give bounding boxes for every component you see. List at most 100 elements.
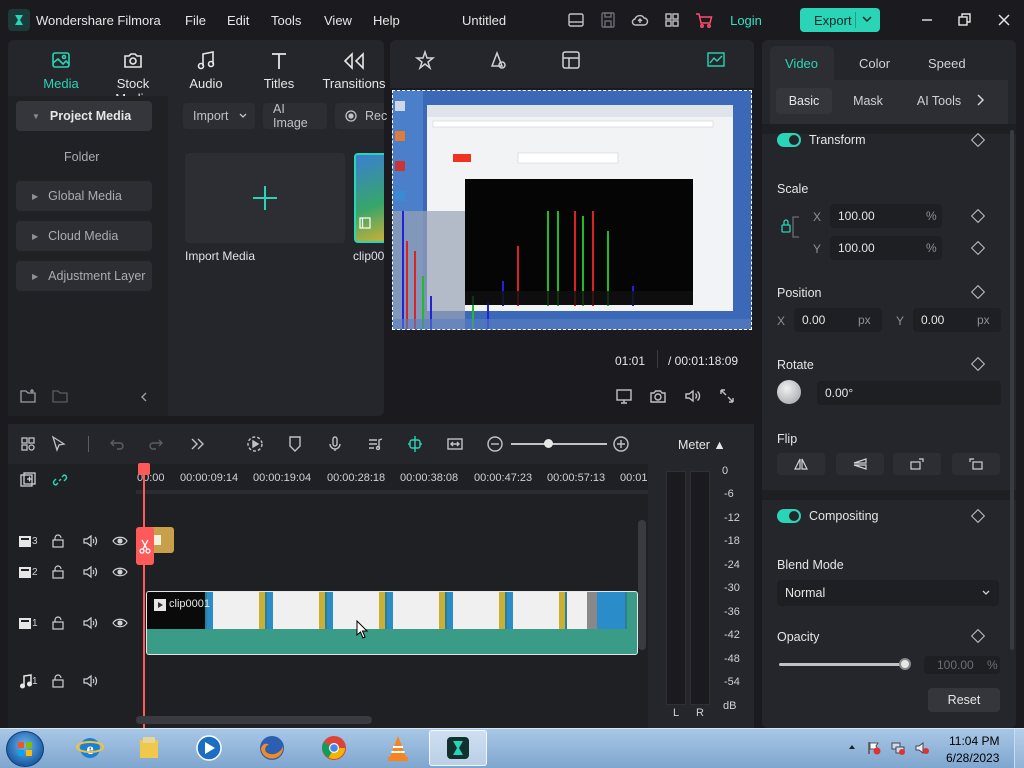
rotate-clockwise-button[interactable] (893, 453, 941, 475)
save-icon[interactable] (599, 11, 617, 29)
speaker-icon[interactable] (82, 533, 98, 549)
minimize-icon[interactable] (917, 10, 937, 30)
chevron-right-icon[interactable] (974, 93, 986, 107)
meter-dropdown[interactable]: Meter ▲ (678, 438, 726, 452)
eye-icon[interactable] (112, 533, 128, 549)
lock-icon[interactable] (50, 564, 66, 580)
eye-icon[interactable] (112, 615, 128, 631)
zoom-out-icon[interactable] (486, 435, 504, 453)
link-chain-icon[interactable] (51, 471, 69, 489)
tab-titles[interactable]: Titles (244, 50, 314, 91)
opacity-slider-handle[interactable] (899, 658, 911, 670)
collapse-sidebar-icon[interactable] (136, 389, 152, 405)
timeline-vertical-scrollbar[interactable] (638, 520, 646, 650)
import-media-tile[interactable] (185, 153, 345, 243)
more-forward-icon[interactable] (188, 435, 206, 453)
effects-icon[interactable] (414, 50, 436, 70)
sidebar-item-cloud-media[interactable]: ▶ Cloud Media (16, 221, 152, 251)
taskbar-file-explorer[interactable] (120, 730, 178, 766)
flip-vertical-button[interactable] (836, 453, 884, 475)
record-button[interactable]: Rec (335, 103, 387, 129)
menu-view[interactable]: View (324, 13, 352, 28)
cloud-upload-icon[interactable] (631, 11, 649, 29)
lock-icon[interactable] (50, 615, 66, 631)
sidebar-item-global-media[interactable]: ▶ Global Media (16, 181, 152, 211)
audio-list-icon[interactable] (366, 435, 384, 453)
snap-magnet-icon[interactable] (406, 435, 424, 453)
flip-horizontal-button[interactable] (777, 453, 825, 475)
taskbar-clock-time[interactable]: 11:04 PM (949, 734, 999, 748)
taskbar-clock-date[interactable]: 6/28/2023 (946, 751, 999, 765)
add-track-icon[interactable] (19, 471, 37, 489)
rotate-counterclockwise-button[interactable] (952, 453, 1000, 475)
rotate-input[interactable]: 0.00° (817, 381, 1001, 405)
playhead[interactable] (143, 466, 145, 728)
lock-icon[interactable] (50, 673, 66, 689)
tab-transitions[interactable]: Transitions (317, 50, 391, 91)
speaker-tray-icon[interactable] (914, 740, 930, 756)
layout-grid-icon[interactable] (19, 435, 37, 453)
menu-file[interactable]: File (185, 13, 206, 28)
compositing-toggle[interactable] (777, 509, 801, 523)
video-preview[interactable] (392, 90, 752, 330)
zoom-slider[interactable] (511, 443, 607, 445)
speaker-icon[interactable] (82, 673, 98, 689)
opacity-slider[interactable] (779, 663, 905, 666)
speaker-icon[interactable] (82, 564, 98, 580)
snapshot-camera-icon[interactable] (649, 387, 667, 405)
login-button[interactable]: Login (722, 8, 770, 32)
scale-x-input[interactable]: 100.00 % (830, 204, 942, 228)
tab-color[interactable]: Color (859, 56, 890, 71)
export-button[interactable]: Export (800, 8, 880, 32)
redo-icon[interactable] (147, 435, 165, 453)
new-folder-icon[interactable] (19, 388, 37, 404)
monitor-icon[interactable] (615, 387, 633, 405)
menu-edit[interactable]: Edit (227, 13, 249, 28)
taskbar-filmora[interactable] (429, 730, 487, 766)
position-y-input[interactable]: 0.00 px (913, 308, 1001, 332)
chevron-down-icon[interactable] (861, 11, 873, 27)
speaker-icon[interactable] (82, 615, 98, 631)
scale-y-input[interactable]: 100.00 % (830, 236, 942, 260)
taskbar-windows-media-player[interactable] (180, 730, 238, 766)
subtab-basic[interactable]: Basic (776, 88, 832, 114)
ai-image-button[interactable]: AI Image (263, 102, 327, 130)
inspector-scrollbar[interactable] (1010, 130, 1014, 650)
auto-play-icon[interactable] (246, 435, 264, 453)
playhead-handle[interactable] (138, 463, 150, 475)
fit-timeline-icon[interactable] (446, 435, 464, 453)
marker-shield-icon[interactable] (286, 435, 304, 453)
split-scissors-icon[interactable] (136, 527, 154, 565)
shopping-cart-icon[interactable] (695, 11, 713, 29)
microphone-icon[interactable] (326, 435, 344, 453)
taskbar-chrome[interactable] (305, 730, 363, 766)
reset-button[interactable]: Reset (928, 688, 1000, 712)
undo-icon[interactable] (108, 435, 126, 453)
tab-speed[interactable]: Speed (928, 56, 966, 71)
tab-video[interactable]: Video (785, 56, 818, 71)
timeline-horizontal-scrollbar[interactable] (136, 716, 372, 724)
folder-icon[interactable] (51, 388, 69, 404)
layout-icon[interactable] (567, 11, 585, 29)
apps-grid-icon[interactable] (663, 11, 681, 29)
clip-thumbnail[interactable] (354, 153, 384, 243)
zoom-in-icon[interactable] (612, 435, 630, 453)
start-button[interactable] (6, 731, 44, 767)
taskbar-vlc[interactable] (369, 730, 427, 766)
lock-icon[interactable] (50, 533, 66, 549)
restore-icon[interactable] (954, 10, 974, 30)
taskbar-internet-explorer[interactable]: e (61, 730, 119, 766)
import-button[interactable]: Import (183, 103, 255, 129)
tray-expand-icon[interactable] (847, 742, 857, 752)
position-x-input[interactable]: 0.00 px (794, 308, 882, 332)
close-icon[interactable] (994, 10, 1014, 30)
subtab-ai-tools[interactable]: AI Tools (910, 88, 968, 114)
menu-tools[interactable]: Tools (271, 13, 301, 28)
sidebar-item-project-media[interactable]: ▼ Project Media (16, 101, 152, 131)
network-icon[interactable] (890, 740, 906, 756)
opacity-input[interactable]: 100.00 % (924, 656, 1000, 674)
sidebar-item-adjustment-layer[interactable]: ▶ Adjustment Layer (16, 261, 152, 291)
fullscreen-icon[interactable] (718, 387, 736, 405)
show-desktop-button[interactable] (1014, 729, 1024, 768)
taskbar-firefox[interactable] (243, 730, 301, 766)
